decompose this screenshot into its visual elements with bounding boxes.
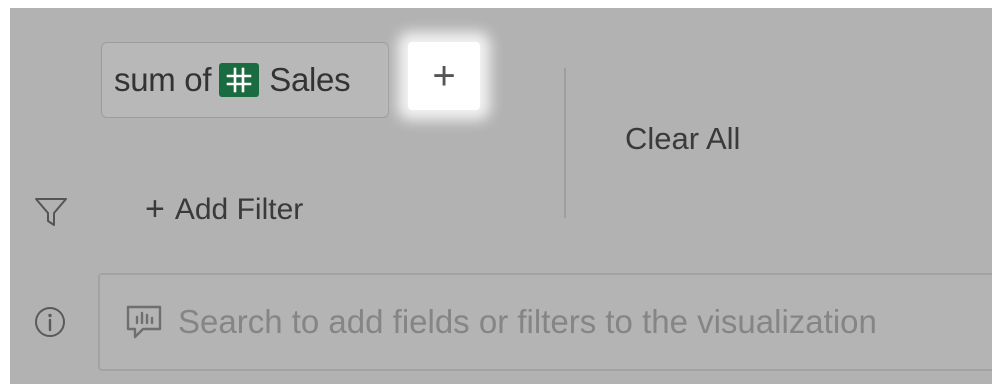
info-icon[interactable] <box>33 305 67 339</box>
number-field-icon <box>219 63 260 97</box>
screenshot-stage: sum of Sales + Clear All + Add Filter Se… <box>0 0 992 391</box>
ask-data-panel: sum of Sales + Clear All + Add Filter Se… <box>10 8 992 384</box>
vertical-divider <box>564 68 566 218</box>
plus-icon: + <box>145 190 165 228</box>
add-field-button[interactable]: + <box>408 42 480 110</box>
pill-field-label: Sales <box>269 61 351 98</box>
pill-aggregation-text: sum of <box>114 61 212 98</box>
funnel-icon[interactable] <box>33 194 69 230</box>
search-input[interactable] <box>178 303 992 341</box>
field-pill[interactable]: sum of Sales <box>101 42 389 118</box>
add-filter-button[interactable]: + Add Filter <box>145 190 303 229</box>
add-filter-label: Add Filter <box>174 192 304 226</box>
clear-all-button[interactable]: Clear All <box>625 121 740 157</box>
search-box[interactable] <box>98 273 992 371</box>
speech-bubble-icon <box>126 305 162 339</box>
